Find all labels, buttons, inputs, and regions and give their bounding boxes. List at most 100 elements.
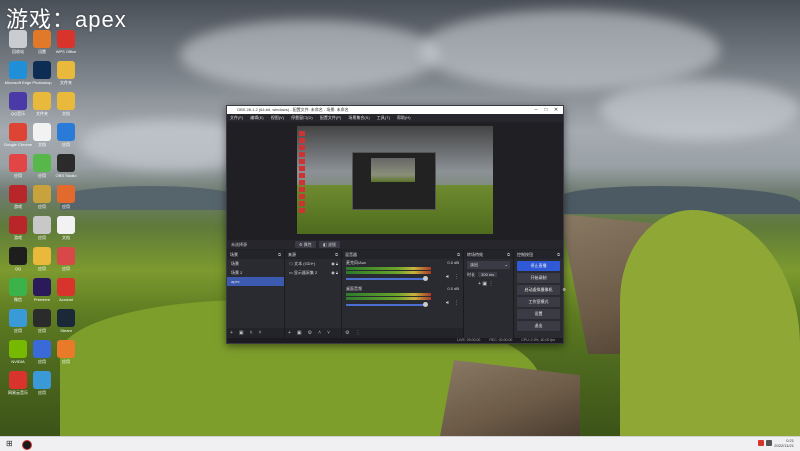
- visibility-icon[interactable]: ◉ 🔒︎: [331, 268, 338, 277]
- obs-statusbar: LIVE: 00:00:00 REC: 00:00:00 CPU: 0.3%, …: [227, 338, 563, 343]
- stop-streaming-button[interactable]: 停止直播: [517, 261, 560, 271]
- desktop-icon[interactable]: Acrobat: [50, 278, 82, 312]
- system-tray: 0:21 2022/11/21: [758, 438, 794, 448]
- delete-source-icon[interactable]: ▣: [297, 330, 302, 336]
- visibility-icon[interactable]: ◉ 🔒︎: [331, 259, 338, 268]
- menu-edit[interactable]: 编辑(E): [250, 115, 263, 120]
- desktop-icon[interactable]: 应用: [50, 247, 82, 281]
- grass-slope: [620, 210, 800, 436]
- scenes-toolbar: + ▣ ˄ ˅: [227, 328, 284, 338]
- app-tray-icon[interactable]: [758, 440, 765, 446]
- menu-file[interactable]: 文件(F): [230, 115, 243, 120]
- music-icon: [9, 371, 27, 389]
- scene-item[interactable]: 场景 2: [227, 268, 284, 277]
- cloud: [420, 10, 720, 90]
- desktop-icon[interactable]: 应用: [50, 123, 82, 157]
- desktop-icon-label: 应用: [62, 266, 70, 271]
- obs-titlebar[interactable]: OBS 28.1.2 (64-bit, windows) - 配置文件: 未命名…: [227, 106, 563, 114]
- menu-docks[interactable]: 停靠窗口(D): [291, 115, 313, 120]
- desktop-icon-label: 应用: [62, 142, 70, 147]
- app-icon: [33, 30, 51, 48]
- volume-slider[interactable]: [346, 276, 428, 281]
- dock-options-icon[interactable]: ⧉: [507, 250, 510, 259]
- move-down-icon[interactable]: ˅: [259, 330, 262, 336]
- start-virtual-camera-button[interactable]: 启动虚拟摄像机 ⚙: [517, 285, 566, 295]
- desktop-icon-label: OBS Studio: [55, 173, 77, 178]
- clock-date[interactable]: 2022/11/21: [774, 443, 794, 448]
- obs-window[interactable]: OBS 28.1.2 (64-bit, windows) - 配置文件: 未命名…: [226, 105, 566, 344]
- settings-button[interactable]: 设置: [517, 309, 560, 319]
- desktop-icon[interactable]: Steam: [50, 309, 82, 343]
- app-icon: [33, 309, 51, 327]
- desktop-icon[interactable]: WPS Office: [50, 30, 82, 64]
- mixer-settings-icon[interactable]: ⚙: [345, 330, 349, 336]
- dock-header: 来源 ⧉: [285, 250, 341, 259]
- add-source-icon[interactable]: +: [288, 330, 291, 336]
- add-scene-icon[interactable]: +: [230, 330, 233, 336]
- obs-taskbar-icon[interactable]: [22, 440, 32, 450]
- app-icon: [57, 247, 75, 265]
- network-icon[interactable]: [766, 440, 773, 446]
- desktop-icon[interactable]: OBS Studio: [50, 154, 82, 188]
- transition-select[interactable]: 淡出 ⌄: [467, 261, 510, 269]
- kebab-menu-icon[interactable]: ⋮: [355, 330, 360, 336]
- app-icon: [33, 185, 51, 203]
- dock-options-icon[interactable]: ⧉: [457, 250, 460, 259]
- desktop-icon[interactable]: 应用: [50, 340, 82, 374]
- desktop-icon[interactable]: 应用: [50, 185, 82, 219]
- start-recording-button[interactable]: 开始录制: [517, 273, 560, 283]
- kebab-menu-icon[interactable]: ⋮: [488, 281, 493, 287]
- scenes-dock: 场景 ⧉ 场景 场景 2 apex + ▣ ˄ ˅: [227, 250, 285, 338]
- gear-icon[interactable]: ⚙: [562, 285, 566, 295]
- channel-name: 麦克风/Aux: [346, 260, 367, 265]
- source-item[interactable]: ☁ 文本 (GDI+) ◉ 🔒︎: [285, 259, 341, 268]
- kebab-menu-icon[interactable]: ⋮: [454, 274, 459, 280]
- duration-input[interactable]: 300 ms: [478, 272, 498, 277]
- volume-slider[interactable]: [346, 302, 428, 307]
- cpu-status: CPU: 0.3%, 60.00 fps: [521, 338, 555, 342]
- speaker-icon[interactable]: 🔊︎: [446, 274, 449, 280]
- studio-mode-button[interactable]: 工作室模式: [517, 297, 560, 307]
- desktop-icon[interactable]: 应用: [26, 371, 58, 405]
- move-up-icon[interactable]: ˄: [250, 330, 253, 336]
- move-down-icon[interactable]: ˅: [327, 330, 330, 336]
- delete-transition-icon[interactable]: ▣: [482, 281, 487, 287]
- close-icon[interactable]: ✕: [551, 106, 561, 114]
- volume-meter: [346, 293, 431, 296]
- channel-volume: 0.0 dB: [447, 286, 459, 291]
- dock-header: 控制按钮 ⧉: [514, 250, 563, 259]
- properties-button[interactable]: ⚙ 属性: [295, 241, 316, 248]
- desktop-icon[interactable]: 文件夹: [50, 61, 82, 95]
- dock-options-icon[interactable]: ⧉: [335, 250, 338, 259]
- menu-view[interactable]: 视图(V): [271, 115, 284, 120]
- document-icon: [57, 216, 75, 234]
- preview-canvas[interactable]: [297, 126, 493, 234]
- menu-help[interactable]: 帮助(H): [397, 115, 411, 120]
- scene-item-selected[interactable]: apex: [227, 277, 284, 286]
- mixer-toolbar: ⚙ ⋮: [342, 328, 463, 338]
- add-transition-icon[interactable]: +: [478, 281, 481, 287]
- speaker-icon[interactable]: 🔊︎: [446, 300, 449, 306]
- no-source-label: 未选择源: [231, 242, 247, 247]
- dock-options-icon[interactable]: ⧉: [278, 250, 281, 259]
- maximize-icon[interactable]: □: [541, 106, 551, 114]
- menu-tools[interactable]: 工具(T): [377, 115, 390, 120]
- exit-button[interactable]: 退出: [517, 321, 560, 331]
- delete-scene-icon[interactable]: ▣: [239, 330, 244, 336]
- scene-item[interactable]: 场景: [227, 259, 284, 268]
- obs-icon: [57, 154, 75, 172]
- minimize-icon[interactable]: –: [531, 106, 541, 114]
- menu-scene-collection[interactable]: 场景集合(S): [348, 115, 369, 120]
- source-settings-icon[interactable]: ⚙: [308, 330, 312, 336]
- source-toolbar: 未选择源 ⚙ 属性 ◧ 滤镜: [227, 240, 563, 249]
- filters-button[interactable]: ◧ 滤镜: [319, 241, 340, 248]
- desktop-icon[interactable]: 文档: [50, 92, 82, 126]
- menu-profile[interactable]: 配置文件(P): [320, 115, 341, 120]
- source-item[interactable]: ▭ 显示器采集 2 ◉ 🔒︎: [285, 268, 341, 277]
- windows-start-icon[interactable]: ⊞: [6, 440, 13, 448]
- kebab-menu-icon[interactable]: ⋮: [454, 300, 459, 306]
- transitions-dock: 转场特效 ⧉ 淡出 ⌄ 时长 300 ms + ▣ ⋮: [464, 250, 514, 338]
- dock-options-icon[interactable]: ⧉: [557, 250, 560, 259]
- move-up-icon[interactable]: ˄: [318, 330, 321, 336]
- desktop-icon[interactable]: 文档: [50, 216, 82, 250]
